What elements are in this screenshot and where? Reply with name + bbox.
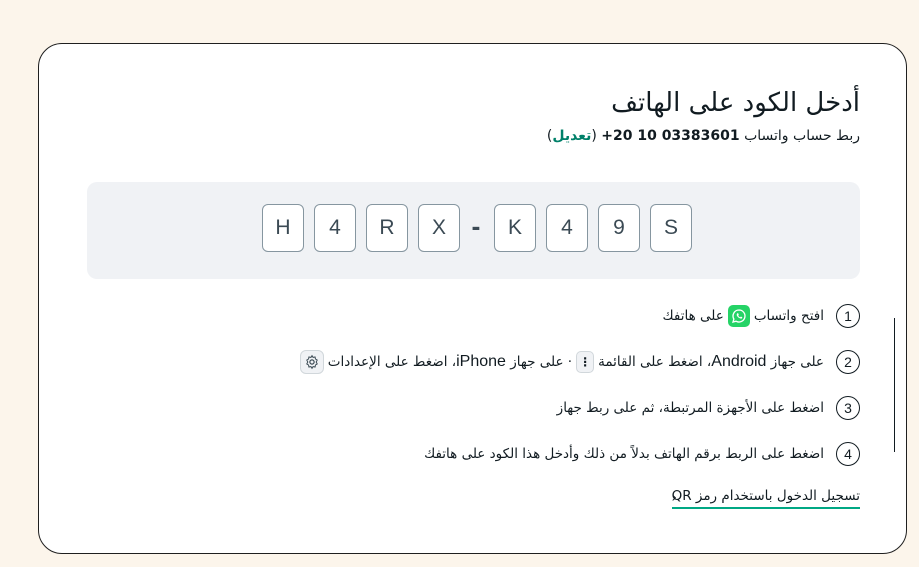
code-char: 4 <box>546 204 588 252</box>
vertical-dots-icon: ⋮ <box>576 351 595 373</box>
step-text: اضغط على الأجهزة المرتبطة، ثم على ربط جه… <box>556 400 824 416</box>
step-text: ، اضغط على القائمة <box>598 354 712 370</box>
edit-phone-link[interactable]: تعديل <box>552 128 591 144</box>
code-char: X <box>418 204 460 252</box>
chevron-left-icon[interactable]: ‹ <box>671 490 677 506</box>
step-text: افتح واتساب <box>753 308 824 324</box>
subtitle-prefix: ربط حساب واتساب <box>744 128 860 144</box>
step-1: 1 افتح واتساب على هاتفك <box>663 302 860 330</box>
steps-connector-line <box>893 318 895 452</box>
edit-open-paren: ( <box>591 128 597 144</box>
page-title: أدخل الكود على الهاتف <box>611 88 860 118</box>
pairing-code-panel: H 4 R X - K 4 9 S <box>87 182 860 279</box>
qr-link-label: تسجيل الدخول باستخدام رمز QR <box>671 488 860 504</box>
code-char: K <box>494 204 536 252</box>
step-text: · على جهاز <box>510 354 573 370</box>
settings-icon <box>299 350 324 374</box>
step-4: 4 اضغط على الربط برقم الهاتف بدلاً من ذل… <box>424 440 860 468</box>
iphone-label: iPhone <box>456 353 506 370</box>
code-char: R <box>366 204 408 252</box>
subtitle: ربط حساب واتساب +20 10 03383601 (تعديل) <box>547 128 860 144</box>
step-number: 4 <box>836 442 860 466</box>
pairing-code: H 4 R X - K 4 9 S <box>262 204 702 252</box>
code-char: S <box>650 204 692 252</box>
code-separator: - <box>471 215 481 241</box>
step-number: 3 <box>836 396 860 420</box>
step-number: 2 <box>836 350 860 374</box>
step-2: 2 على جهاز Android ، اضغط على القائمة ⋮ ·… <box>296 348 860 376</box>
whatsapp-icon <box>727 305 750 327</box>
android-label: Android <box>711 353 767 370</box>
code-char: 9 <box>598 204 640 252</box>
phone-number: +20 10 03383601 <box>601 128 740 144</box>
step-text: على جهاز <box>770 354 824 370</box>
step-number: 1 <box>836 304 860 328</box>
link-with-phone-card: أدخل الكود على الهاتف ربط حساب واتساب +2… <box>38 43 907 554</box>
login-with-qr-link[interactable]: تسجيل الدخول باستخدام رمز QR <box>671 488 860 509</box>
step-text: ، اضغط على الإعدادات <box>327 354 457 370</box>
step-text: على هاتفك <box>662 308 724 324</box>
step-3: 3 اضغط على الأجهزة المرتبطة، ثم على ربط … <box>557 394 860 422</box>
code-char: H <box>262 204 304 252</box>
code-char: 4 <box>314 204 356 252</box>
step-text: اضغط على الربط برقم الهاتف بدلاً من ذلك … <box>424 446 824 462</box>
